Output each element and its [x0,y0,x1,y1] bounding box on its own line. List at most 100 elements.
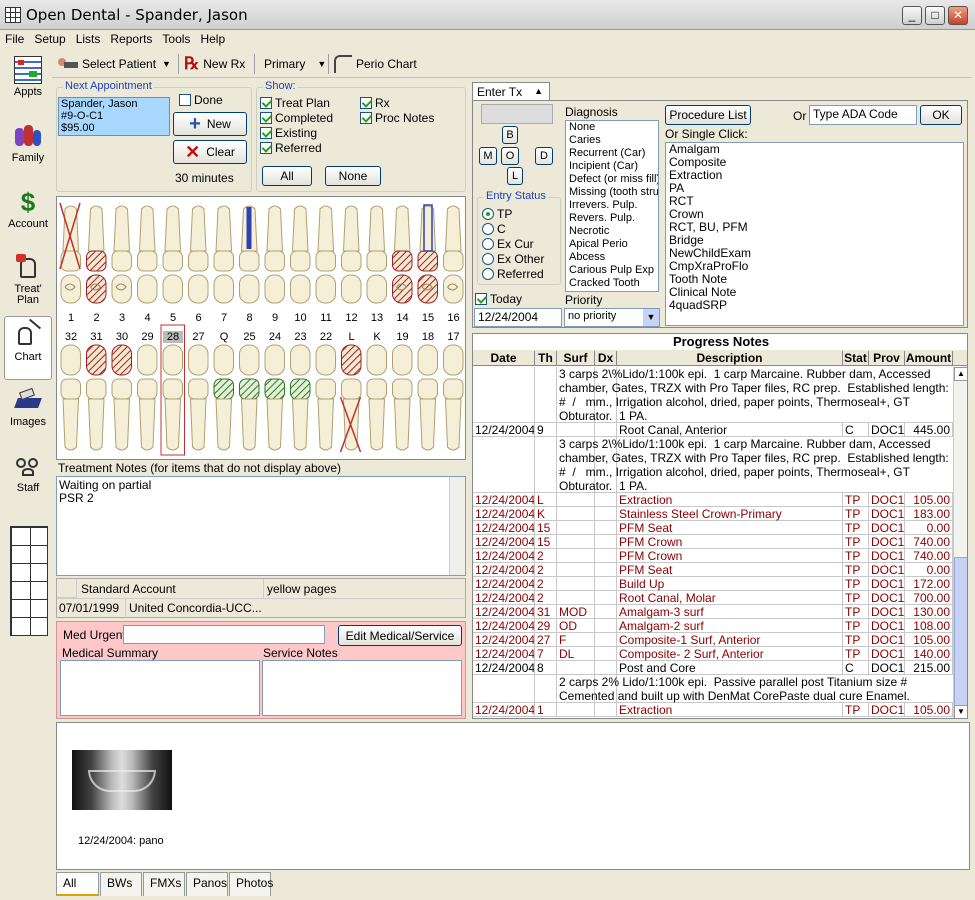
upper-tooth-number[interactable]: 3 [112,312,132,324]
sidebar-item-images[interactable]: Images [4,382,52,446]
tab-panos[interactable]: Panos [186,872,228,896]
surface-l-button[interactable]: L [507,167,523,185]
lower-tooth-number[interactable]: 19 [393,331,413,343]
diagnosis-item[interactable]: Necrotic [566,225,658,238]
table-row[interactable]: 12/24/2004 15 PFM Crown TP DOC1 740.00 [473,535,953,549]
upper-tooth-number[interactable]: 4 [138,312,158,324]
pano-xray-thumbnail[interactable] [72,750,172,810]
lower-tooth-number[interactable]: 27 [189,331,209,343]
upper-tooth[interactable] [290,205,311,304]
lower-tooth[interactable] [162,344,183,451]
rx-checkbox[interactable]: Rx [360,96,434,111]
lower-tooth[interactable] [366,344,387,451]
progress-notes-body[interactable]: 3 carps 2\%Lido/1:100k epi. 1 carp Marca… [473,367,953,718]
progress-note-text-row[interactable]: 2 carps 2% Lido/1:100k epi. Passive para… [473,675,953,703]
tooth-chart[interactable]: 1 2 3 4 5 6 7 8 9 10 11 12 13 14 15 16 32 31 30 29 28 27 Q 25 24… [56,196,466,460]
lower-tooth-number[interactable]: 17 [444,331,464,343]
lower-tooth[interactable] [111,344,132,451]
lower-tooth[interactable] [315,344,336,451]
lower-tooth[interactable] [188,344,209,451]
service-notes-textarea[interactable] [262,660,462,716]
procedure-list-button[interactable]: Procedure List [665,105,751,125]
primary-insurance-button[interactable]: Primary ▼ [264,53,326,75]
menu-lists[interactable]: Lists [71,30,106,46]
sidebar-item-account[interactable]: $ Account [4,184,52,248]
perio-chart-button[interactable]: Perio Chart [334,53,417,75]
table-row[interactable]: 12/24/2004 8 Post and Core C DOC1 215.00 [473,661,953,675]
lower-tooth-number[interactable]: K [367,331,387,343]
progress-note-text-row[interactable]: 3 carps 2\%Lido/1:100k epi. 1 carp Marca… [473,367,953,423]
scroll-down-icon[interactable]: ▼ [954,705,967,718]
table-row[interactable]: 12/24/2004 15 PFM Seat TP DOC1 0.00 [473,521,953,535]
select-patient-button[interactable]: Select Patient [56,53,156,75]
status-referred-radio[interactable]: Referred [482,267,544,282]
messaging-grid[interactable] [10,526,48,636]
med-urgent-input[interactable] [123,625,325,644]
tab-fmxs[interactable]: FMXs [143,872,185,896]
upper-tooth-number[interactable]: 1 [61,312,81,324]
single-click-item[interactable]: RCT [666,195,963,208]
menu-help[interactable]: Help [195,30,230,46]
upper-tooth[interactable] [443,205,464,304]
upper-tooth[interactable] [315,205,336,304]
upper-tooth[interactable] [111,205,132,304]
menu-file[interactable]: File [0,30,29,46]
status-ex-other-radio[interactable]: Ex Other [482,252,544,267]
lower-tooth[interactable] [417,344,438,451]
sidebar-item-staff[interactable]: Staff [4,448,52,512]
diagnosis-item[interactable]: Caries [566,134,658,147]
upper-tooth-number[interactable]: 12 [342,312,362,324]
next-appointment-box[interactable]: Spander, Jason #9-O-C1 $95.00 [58,97,170,136]
proc-notes-checkbox[interactable]: Proc Notes [360,111,434,126]
status-c-radio[interactable]: C [482,222,544,237]
diagnosis-item[interactable]: Irrevers. Pulp. [566,199,658,212]
diagnosis-item[interactable]: Incipient (Car) [566,160,658,173]
table-row[interactable]: 12/24/2004 2 PFM Crown TP DOC1 740.00 [473,549,953,563]
lower-tooth-number[interactable]: 29 [138,331,158,343]
upper-tooth-number[interactable]: 6 [189,312,209,324]
lower-tooth-number[interactable]: 25 [240,331,260,343]
treat-plan-checkbox[interactable]: Treat Plan [260,96,333,111]
lower-tooth[interactable] [60,344,81,451]
lower-tooth[interactable] [239,344,260,451]
lower-tooth[interactable] [86,344,107,451]
select-patient-dropdown[interactable]: ▼ [162,53,171,75]
column-header[interactable]: Surf [557,351,595,366]
medical-summary-textarea[interactable] [60,660,260,716]
lower-tooth-number[interactable]: Q [214,331,234,343]
lower-tooth-number[interactable]: 23 [291,331,311,343]
upper-tooth-number[interactable]: 9 [265,312,285,324]
lower-tooth-number[interactable]: 32 [61,331,81,343]
table-row[interactable]: 12/24/2004 L Extraction TP DOC1 105.00 [473,493,953,507]
column-header[interactable]: Stat [843,351,869,366]
upper-tooth[interactable] [264,205,285,304]
upper-tooth[interactable] [137,205,158,304]
status-tp-radio[interactable]: TP [482,207,544,222]
procedure-date-input[interactable]: 12/24/2004 [474,308,562,327]
lower-tooth-number[interactable]: 30 [112,331,132,343]
upper-tooth-number[interactable]: 15 [418,312,438,324]
diagnosis-item[interactable]: Cracked Tooth [566,277,658,290]
lower-tooth[interactable] [290,344,311,451]
lower-tooth[interactable] [213,344,234,451]
column-header[interactable]: Amount [905,351,953,366]
close-button[interactable]: ✕ [948,6,968,25]
lower-tooth-number[interactable]: 28 [163,331,183,343]
upper-tooth[interactable] [366,205,387,304]
upper-tooth-number[interactable]: 14 [393,312,413,324]
table-row[interactable]: 12/24/2004 1 Extraction TP DOC1 105.00 [473,703,953,717]
table-row[interactable]: 12/24/2004 K Stainless Steel Crown-Primary… [473,507,953,521]
diagnosis-item[interactable]: Recurrent (Car) [566,147,658,160]
table-row[interactable]: 12/24/2004 7 DL Composite- 2 Surf, Anterior… [473,647,953,661]
show-none-button[interactable]: None [325,166,381,186]
table-row[interactable]: 12/24/2004 2 Build Up TP DOC1 172.00 [473,577,953,591]
single-click-item[interactable]: 4quadSRP [666,299,963,312]
scroll-thumb[interactable] [954,557,967,707]
diagnosis-list[interactable]: None Caries Recurrent (Car) Incipient (Car)… [565,120,659,292]
menu-reports[interactable]: Reports [105,30,157,46]
sidebar-item-appts[interactable]: Appts [4,52,52,116]
upper-tooth[interactable] [392,205,413,304]
lower-tooth[interactable] [392,344,413,451]
existing-checkbox[interactable]: Existing [260,126,333,141]
diagnosis-item[interactable]: Revers. Pulp. [566,212,658,225]
